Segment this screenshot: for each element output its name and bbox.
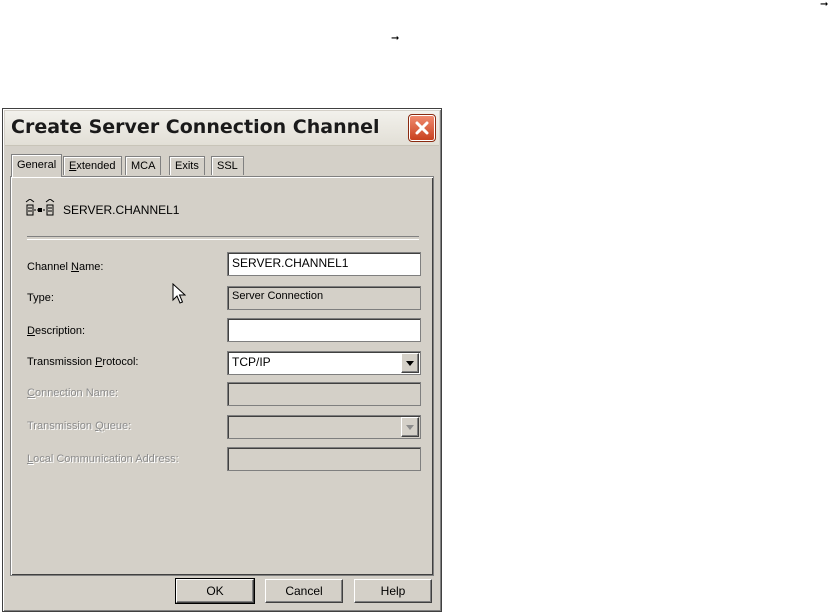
label-part: ueue:	[103, 420, 132, 432]
label-mnemonic: D	[27, 325, 35, 337]
transmission-protocol-value: TCP/IP	[232, 355, 271, 369]
label-part: onnection Name:	[34, 387, 119, 399]
transmission-protocol-label: Transmission Protocol:	[27, 356, 138, 368]
type-label: Type:	[27, 292, 54, 304]
tab-extended[interactable]: Extended	[63, 156, 122, 175]
label-part: escription:	[34, 325, 86, 337]
channel-name-label: Channel Name:	[27, 261, 103, 273]
channel-icon	[25, 199, 55, 216]
tab-extended-label: xtended	[76, 160, 116, 172]
tab-exits[interactable]: Exits	[169, 156, 205, 175]
connection-name-label: Connection Name:	[27, 387, 118, 399]
description-label: Description:	[27, 325, 85, 337]
create-server-connection-channel-dialog: Create Server Connection Channel General…	[2, 108, 442, 612]
label-part: Transmission	[27, 356, 96, 368]
chevron-down-icon	[406, 425, 414, 430]
local-communication-address-label: Local Communication Address:	[27, 453, 179, 465]
help-button[interactable]: Help	[354, 579, 432, 603]
local-communication-address-input	[227, 447, 421, 471]
close-button[interactable]	[408, 114, 436, 142]
description-input[interactable]	[227, 318, 421, 342]
type-field: Server Connection	[227, 286, 421, 310]
transmission-protocol-select[interactable]: TCP/IP	[227, 351, 421, 375]
tab-exits-label: Exits	[175, 160, 199, 172]
title-bar[interactable]: Create Server Connection Channel	[5, 111, 439, 146]
transmission-queue-select	[227, 415, 421, 439]
arrow-icon: ➞	[820, 0, 829, 10]
tab-mca[interactable]: MCA	[125, 156, 162, 175]
label-part: ocal Communication Address:	[33, 453, 179, 465]
cancel-button[interactable]: Cancel	[265, 579, 343, 603]
label-part: rotocol:	[102, 356, 139, 368]
label-part: Channel	[27, 261, 72, 273]
label-part: ame:	[79, 261, 104, 273]
tab-mca-label: MCA	[131, 160, 156, 172]
channel-name-input[interactable]: SERVER.CHANNEL1	[227, 252, 421, 276]
ok-button[interactable]: OK	[175, 578, 255, 604]
label-part: Transmission	[27, 420, 96, 432]
channel-name-heading: SERVER.CHANNEL1	[63, 203, 180, 217]
label-mnemonic: N	[71, 261, 79, 273]
dialog-title: Create Server Connection Channel	[11, 116, 380, 138]
tab-ssl[interactable]: SSL	[211, 156, 244, 175]
transmission-protocol-dropdown-button[interactable]	[401, 353, 419, 373]
close-icon	[415, 121, 429, 135]
chevron-down-icon	[406, 361, 414, 366]
transmission-queue-dropdown-button	[401, 417, 419, 437]
general-tab-panel: SERVER.CHANNEL1 Channel Name: SERVER.CHA…	[10, 176, 434, 576]
tab-general-label: General	[17, 159, 57, 171]
connection-name-input	[227, 382, 421, 406]
tab-general[interactable]: General	[11, 154, 63, 177]
separator	[27, 236, 419, 240]
arrow-icon: ➞	[391, 33, 400, 44]
transmission-queue-label: Transmission Queue:	[27, 420, 131, 432]
mouse-pointer-icon	[172, 283, 186, 304]
label-mnemonic: C	[27, 387, 35, 399]
label-mnemonic: Q	[95, 420, 104, 432]
tab-ssl-label: SSL	[217, 160, 238, 172]
